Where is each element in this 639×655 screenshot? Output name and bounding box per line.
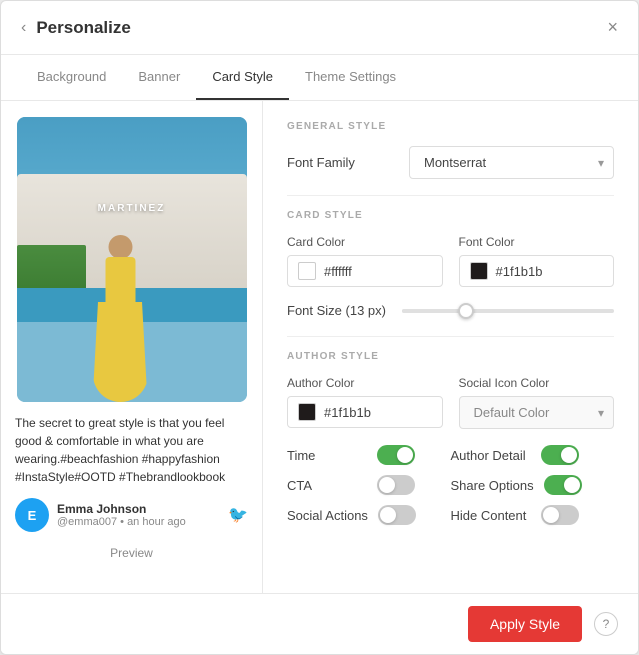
font-size-row: Font Size (13 px)	[287, 303, 614, 318]
font-color-value: #1f1b1b	[496, 264, 543, 279]
font-color-input[interactable]: #1f1b1b	[459, 255, 615, 287]
font-family-select[interactable]: Montserrat Roboto Open Sans Lato	[409, 146, 614, 179]
close-button[interactable]: ×	[607, 17, 618, 38]
general-style-label: GENERAL STYLE	[287, 121, 614, 132]
toggle-social-actions: Social Actions	[287, 505, 451, 525]
personalize-modal: ‹ Personalize × Background Banner Card S…	[0, 0, 639, 655]
font-size-slider[interactable]	[402, 309, 614, 313]
card-color-swatch	[298, 262, 316, 280]
modal-body: MARTINEZ The secret to great style is th…	[1, 101, 638, 593]
tab-bar: Background Banner Card Style Theme Setti…	[1, 55, 638, 101]
toggle-hide-content-knob	[543, 507, 559, 523]
help-button[interactable]: ?	[594, 612, 618, 636]
toggle-time: Time	[287, 445, 451, 465]
font-family-select-wrapper: Montserrat Roboto Open Sans Lato ▾	[409, 146, 614, 179]
author-style-label: AUTHOR STYLE	[287, 351, 614, 362]
toggle-time-label: Time	[287, 448, 367, 463]
card-preview-image: MARTINEZ	[17, 117, 247, 402]
slider-thumb[interactable]	[458, 303, 474, 319]
card-author: E Emma Johnson @emma007 • an hour ago 🐦	[15, 498, 248, 532]
toggle-share-options-switch[interactable]	[544, 475, 582, 495]
card-color-group: Card Color #ffffff	[287, 235, 443, 287]
font-color-group: Font Color #1f1b1b	[459, 235, 615, 287]
color-row: Card Color #ffffff Font Color #1f1b1b	[287, 235, 614, 287]
hotel-name: MARTINEZ	[98, 203, 166, 214]
figure-skirt	[93, 302, 148, 402]
figure-head	[108, 235, 132, 259]
toggle-cta-switch[interactable]	[377, 475, 415, 495]
toggle-cta-label: CTA	[287, 478, 367, 493]
twitter-icon: 🐦	[228, 505, 248, 525]
author-name: Emma Johnson	[57, 502, 220, 516]
figure	[93, 257, 148, 402]
card-style-label: CARD STYLE	[287, 210, 614, 221]
author-color-swatch	[298, 403, 316, 421]
toggle-hide-content-switch[interactable]	[541, 505, 579, 525]
author-color-row: Author Color #1f1b1b Social Icon Color D…	[287, 376, 614, 429]
tab-background[interactable]: Background	[21, 55, 122, 100]
modal-title: Personalize	[36, 18, 131, 38]
social-icon-select-wrapper: Default Color ▾	[459, 396, 615, 429]
author-handle: @emma007 • an hour ago	[57, 516, 220, 528]
social-icon-color-group: Social Icon Color Default Color ▾	[459, 376, 615, 429]
toggle-author-detail-switch[interactable]	[541, 445, 579, 465]
settings-panel: GENERAL STYLE Font Family Montserrat Rob…	[263, 101, 638, 593]
card-color-input[interactable]: #ffffff	[287, 255, 443, 287]
author-color-value: #1f1b1b	[324, 405, 371, 420]
back-button[interactable]: ‹	[21, 19, 26, 37]
toggle-time-switch[interactable]	[377, 445, 415, 465]
author-info: Emma Johnson @emma007 • an hour ago	[57, 502, 220, 528]
toggles-grid: Time Author Detail CTA	[287, 445, 614, 525]
author-color-group: Author Color #1f1b1b	[287, 376, 443, 429]
toggle-cta-knob	[379, 477, 395, 493]
font-size-label: Font Size (13 px)	[287, 303, 386, 318]
divider-1	[287, 195, 614, 196]
slider-fill	[402, 309, 466, 313]
author-color-label: Author Color	[287, 376, 443, 390]
social-icon-color-select[interactable]: Default Color	[459, 396, 615, 429]
toggle-share-options-label: Share Options	[451, 478, 534, 493]
toggle-hide-content-label: Hide Content	[451, 508, 531, 523]
card-text: The secret to great style is that you fe…	[15, 414, 248, 486]
font-color-label: Font Color	[459, 235, 615, 249]
toggle-social-actions-switch[interactable]	[378, 505, 416, 525]
toggle-author-detail-knob	[561, 447, 577, 463]
tab-card-style[interactable]: Card Style	[196, 55, 289, 100]
toggle-share-options: Share Options	[451, 475, 615, 495]
divider-2	[287, 336, 614, 337]
toggle-social-actions-knob	[380, 507, 396, 523]
author-avatar: E	[15, 498, 49, 532]
card-color-value: #ffffff	[324, 264, 352, 279]
apply-style-button[interactable]: Apply Style	[468, 606, 582, 642]
toggle-time-knob	[397, 447, 413, 463]
preview-panel: MARTINEZ The secret to great style is th…	[1, 101, 263, 593]
modal-footer: Apply Style ?	[1, 593, 638, 654]
toggle-author-detail-label: Author Detail	[451, 448, 531, 463]
header-left: ‹ Personalize	[21, 18, 131, 38]
author-color-input[interactable]: #1f1b1b	[287, 396, 443, 428]
preview-link[interactable]: Preview	[110, 546, 153, 560]
toggle-cta: CTA	[287, 475, 451, 495]
modal-header: ‹ Personalize ×	[1, 1, 638, 55]
font-color-swatch	[470, 262, 488, 280]
tab-banner[interactable]: Banner	[122, 55, 196, 100]
toggle-author-detail: Author Detail	[451, 445, 615, 465]
toggle-share-options-knob	[564, 477, 580, 493]
social-icon-color-label: Social Icon Color	[459, 376, 615, 390]
card-color-label: Card Color	[287, 235, 443, 249]
toggle-hide-content: Hide Content	[451, 505, 615, 525]
font-family-label: Font Family	[287, 155, 397, 170]
tab-theme-settings[interactable]: Theme Settings	[289, 55, 412, 100]
font-family-row: Font Family Montserrat Roboto Open Sans …	[287, 146, 614, 179]
toggle-social-actions-label: Social Actions	[287, 508, 368, 523]
